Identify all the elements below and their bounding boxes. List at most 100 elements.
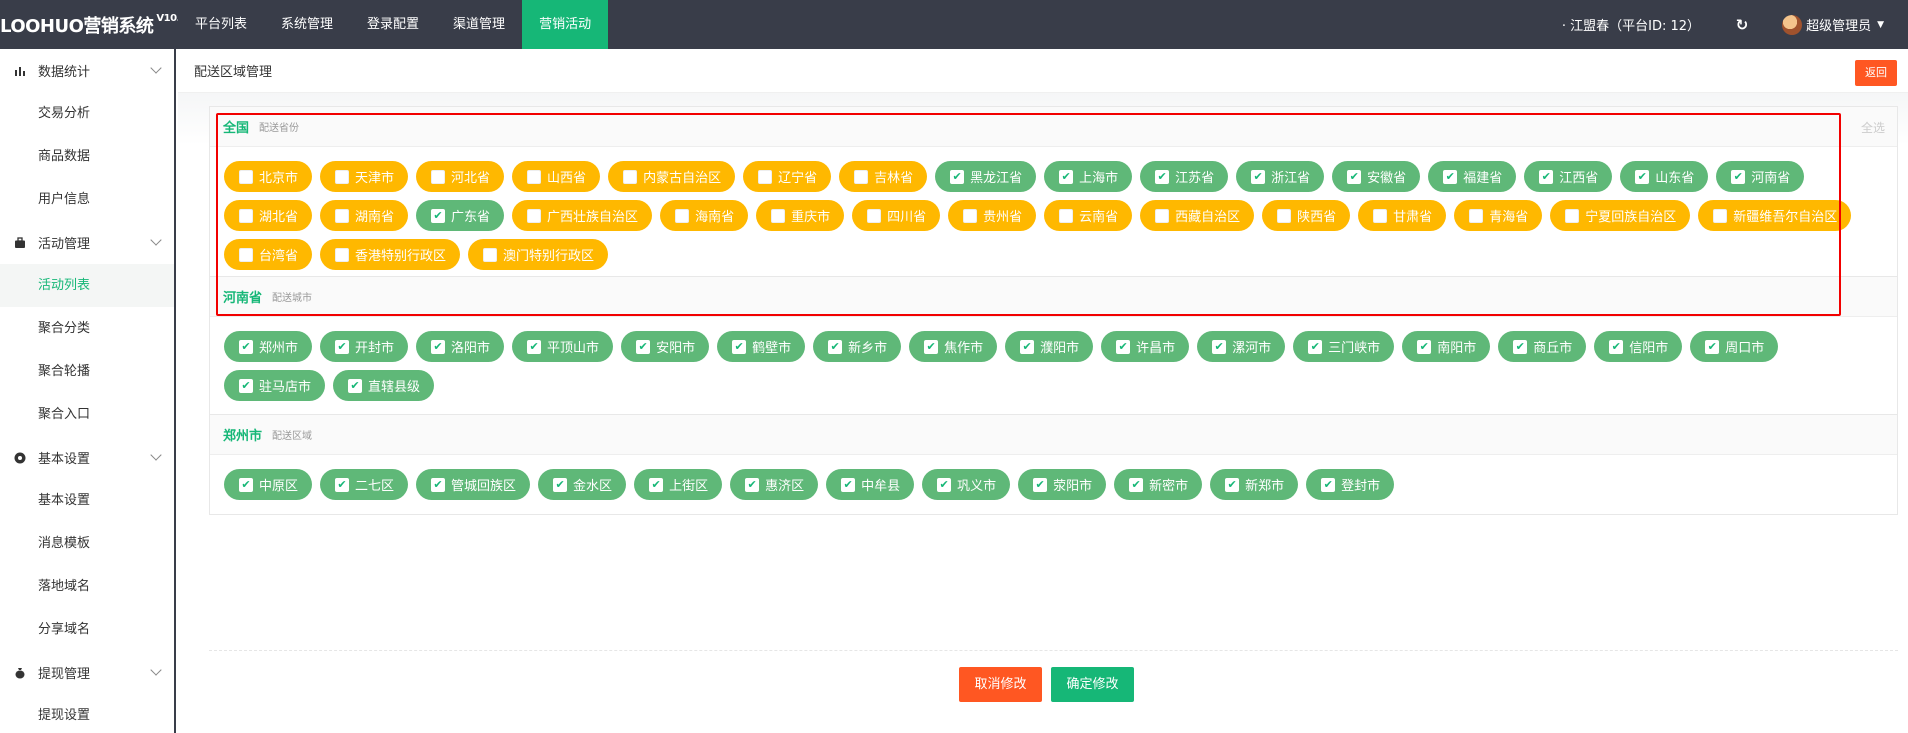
cancel-button[interactable]: 取消修改: [959, 667, 1042, 702]
region-checkbox[interactable]: 重庆市: [756, 200, 845, 231]
region-checkbox[interactable]: ✔ 南阳市: [1402, 331, 1491, 362]
user-menu[interactable]: 超级管理员 ▼: [1762, 14, 1908, 35]
region-checkbox[interactable]: ✔ 巩义市: [922, 469, 1011, 500]
region-checkbox[interactable]: ✔ 驻马店市: [224, 370, 326, 401]
region-checkbox[interactable]: 北京市: [224, 161, 313, 192]
region-checkbox[interactable]: ✔ 直辖县级: [333, 370, 435, 401]
sidebar-group[interactable]: 活动管理: [0, 221, 174, 264]
region-checkbox[interactable]: 河北省: [416, 161, 505, 192]
sidebar-item[interactable]: 聚合入口: [0, 393, 174, 436]
region-checkbox[interactable]: ✔ 中牟县: [826, 469, 915, 500]
region-checkbox[interactable]: ✔ 黑龙江省: [935, 161, 1037, 192]
region-checkbox[interactable]: ✔ 安徽省: [1332, 161, 1421, 192]
region-checkbox[interactable]: ✔ 三门峡市: [1293, 331, 1395, 362]
sidebar-item[interactable]: 交易分析: [0, 92, 174, 135]
region-checkbox[interactable]: ✔ 金水区: [538, 469, 627, 500]
region-checkbox[interactable]: ✔ 河南省: [1716, 161, 1805, 192]
region-checkbox[interactable]: ✔ 福建省: [1428, 161, 1517, 192]
sidebar-item[interactable]: 基本设置: [0, 479, 174, 522]
region-checkbox[interactable]: ✔ 山东省: [1620, 161, 1709, 192]
nav-item[interactable]: 渠道管理: [436, 0, 522, 49]
sidebar-item[interactable]: 分享域名: [0, 608, 174, 651]
region-checkbox[interactable]: 内蒙古自治区: [608, 161, 736, 192]
region-checkbox[interactable]: ✔ 周口市: [1690, 331, 1779, 362]
region-checkbox[interactable]: ✔ 漯河市: [1197, 331, 1286, 362]
region-checkbox[interactable]: ✔ 新郑市: [1210, 469, 1299, 500]
checkbox-checked-icon: ✔: [1033, 477, 1048, 492]
back-button[interactable]: 返回: [1855, 60, 1897, 86]
nav-item[interactable]: 平台列表: [178, 0, 264, 49]
nav-item[interactable]: 登录配置: [350, 0, 436, 49]
region-checkbox[interactable]: ✔ 管城回族区: [416, 469, 531, 500]
region-checkbox[interactable]: 辽宁省: [743, 161, 832, 192]
region-checkbox[interactable]: 湖南省: [320, 200, 409, 231]
nav-item[interactable]: 系统管理: [264, 0, 350, 49]
region-checkbox[interactable]: ✔ 信阳市: [1594, 331, 1683, 362]
checkbox-checked-icon: ✔: [348, 378, 363, 393]
region-checkbox[interactable]: ✔ 二七区: [320, 469, 409, 500]
sidebar-item[interactable]: 聚合轮播: [0, 350, 174, 393]
region-checkbox[interactable]: ✔ 开封市: [320, 331, 409, 362]
nav-item[interactable]: 营销活动: [522, 0, 609, 49]
region-checkbox[interactable]: 吉林省: [839, 161, 928, 192]
region-checkbox[interactable]: 山西省: [512, 161, 601, 192]
checkbox-checked-icon: ✔: [828, 339, 843, 354]
region-checkbox[interactable]: ✔ 浙江省: [1236, 161, 1325, 192]
region-checkbox[interactable]: 广西壮族自治区: [512, 200, 653, 231]
region-checkbox[interactable]: ✔ 洛阳市: [416, 331, 505, 362]
app-logo[interactable]: LOOHUO营销系统V10.9: [0, 0, 178, 49]
sidebar-group[interactable]: 基本设置: [0, 436, 174, 479]
sidebar-item[interactable]: 活动列表: [0, 264, 174, 307]
region-checkbox[interactable]: ✔ 登封市: [1306, 469, 1395, 500]
region-checkbox[interactable]: 海南省: [660, 200, 749, 231]
region-checkbox[interactable]: ✔ 中原区: [224, 469, 313, 500]
sidebar-item[interactable]: 落地域名: [0, 565, 174, 608]
region-checkbox[interactable]: ✔ 江西省: [1524, 161, 1613, 192]
region-checkbox[interactable]: 湖北省: [224, 200, 313, 231]
region-checkbox[interactable]: 陕西省: [1262, 200, 1351, 231]
region-checkbox[interactable]: ✔ 新乡市: [813, 331, 902, 362]
region-checkbox[interactable]: ✔ 江苏省: [1140, 161, 1229, 192]
region-checkbox[interactable]: 台湾省: [224, 239, 313, 270]
sidebar-group[interactable]: 提现管理: [0, 651, 174, 694]
region-checkbox[interactable]: ✔ 濮阳市: [1005, 331, 1094, 362]
region-checkbox[interactable]: ✔ 惠济区: [730, 469, 819, 500]
select-all-button[interactable]: 全选: [1861, 119, 1885, 136]
region-checkbox[interactable]: ✔ 安阳市: [621, 331, 710, 362]
region-checkbox[interactable]: ✔ 新密市: [1114, 469, 1203, 500]
confirm-button[interactable]: 确定修改: [1051, 667, 1134, 702]
checkbox-checked-icon: ✔: [239, 477, 253, 492]
sidebar-item[interactable]: 提现设置: [0, 694, 174, 733]
chevron-down-icon: [150, 62, 162, 74]
region-checkbox[interactable]: 贵州省: [948, 200, 1037, 231]
region-checkbox[interactable]: 甘肃省: [1358, 200, 1447, 231]
region-checkbox[interactable]: ✔ 焦作市: [909, 331, 998, 362]
sidebar-item[interactable]: 商品数据: [0, 135, 174, 178]
region-checkbox[interactable]: 宁夏回族自治区: [1550, 200, 1691, 231]
region-checkbox[interactable]: ✔ 广东省: [416, 200, 505, 231]
region-checkbox[interactable]: ✔ 许昌市: [1101, 331, 1190, 362]
region-checkbox[interactable]: ✔ 郑州市: [224, 331, 313, 362]
region-checkbox[interactable]: ✔ 鹤壁市: [717, 331, 806, 362]
sidebar-item[interactable]: 聚合分类: [0, 307, 174, 350]
region-checkbox[interactable]: ✔ 上街区: [634, 469, 723, 500]
checkbox-checked-icon: ✔: [841, 477, 856, 492]
region-checkbox[interactable]: 天津市: [320, 161, 409, 192]
region-checkbox[interactable]: 香港特别行政区: [320, 239, 461, 270]
refresh-icon[interactable]: ↻: [1722, 16, 1762, 34]
region-checkbox[interactable]: 四川省: [852, 200, 941, 231]
region-checkbox[interactable]: ✔ 商丘市: [1498, 331, 1587, 362]
region-checkbox[interactable]: ✔ 荥阳市: [1018, 469, 1107, 500]
sidebar-item[interactable]: 消息模板: [0, 522, 174, 565]
org-label[interactable]: · 江盟春（平台ID: 12）: [1540, 15, 1722, 34]
region-checkbox[interactable]: ✔ 平顶山市: [512, 331, 614, 362]
region-checkbox[interactable]: 新疆维吾尔自治区: [1698, 200, 1852, 231]
region-checkbox[interactable]: 澳门特别行政区: [468, 239, 609, 270]
sidebar-group[interactable]: 数据统计: [0, 49, 174, 92]
region-checkbox[interactable]: 青海省: [1454, 200, 1543, 231]
region-checkbox[interactable]: ✔ 上海市: [1044, 161, 1133, 192]
region-label: 三门峡市: [1328, 341, 1381, 356]
region-checkbox[interactable]: 云南省: [1044, 200, 1133, 231]
sidebar-item[interactable]: 用户信息: [0, 178, 174, 221]
region-checkbox[interactable]: 西藏自治区: [1140, 200, 1255, 231]
